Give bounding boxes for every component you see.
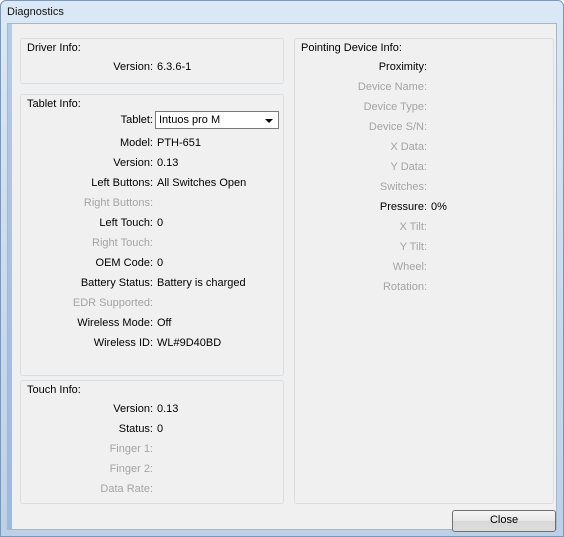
touch-info-label-data-rate: Data Rate: xyxy=(100,483,153,495)
touch-info-value-status: 0 xyxy=(157,423,164,435)
touch-info-label-finger-2: Finger 2: xyxy=(109,463,153,475)
tablet-info-title: Tablet Info: xyxy=(27,98,81,110)
tablet-info-label-model: Model: xyxy=(119,137,153,149)
tablet-select-row: Tablet: Intuos pro M xyxy=(21,111,283,131)
pointing-info-label-rotation: Rotation: xyxy=(382,281,427,293)
tablet-info-label-wireless-mode: Wireless Mode: xyxy=(77,317,153,329)
close-button[interactable]: Close xyxy=(452,510,556,532)
tablet-info-value-model: PTH-651 xyxy=(157,137,202,149)
tablet-info-value-wireless-mode: Off xyxy=(157,317,172,329)
touch-info-title: Touch Info: xyxy=(27,384,81,396)
diagnostics-window: Diagnostics Driver Info: Version: 6.3.6-… xyxy=(0,0,564,537)
tablet-info-label-right-buttons: Right Buttons: xyxy=(83,197,153,209)
pointing-info-label-proximity: Proximity: xyxy=(378,61,427,73)
tablet-info-group: Tablet Info: Tablet: Intuos pro M Model:… xyxy=(20,94,284,376)
touch-info-label-status: Status: xyxy=(118,423,153,435)
tablet-select[interactable]: Intuos pro M xyxy=(155,111,279,129)
pointing-info-label-x-data: X Data: xyxy=(390,141,427,153)
pointing-info-label-device-name: Device Name: xyxy=(357,81,427,93)
pointing-info-label-switches: Switches: xyxy=(379,181,427,193)
tablet-info-label-wireless-id: Wireless ID: xyxy=(93,337,153,349)
tablet-info-value-left-buttons: All Switches Open xyxy=(157,177,247,189)
tablet-info-value-left-touch: 0 xyxy=(157,217,164,229)
pointing-info-label-device-s-n: Device S/N: xyxy=(368,121,427,133)
driver-info-group: Driver Info: Version: 6.3.6-1 xyxy=(20,38,284,84)
tablet-select-label: Tablet: xyxy=(120,114,153,126)
pointing-info-label-y-data: Y Data: xyxy=(390,161,428,173)
tablet-info-value-version: 0.13 xyxy=(157,157,179,169)
tablet-info-label-right-touch: Right Touch: xyxy=(92,237,153,249)
pointing-info-label-device-type: Device Type: xyxy=(363,101,427,113)
window-title: Diagnostics xyxy=(7,6,64,18)
pointing-info-label-wheel: Wheel: xyxy=(392,261,427,273)
pointing-device-info-title: Pointing Device Info: xyxy=(301,42,402,54)
tablet-info-value-battery-status: Battery is charged xyxy=(157,277,246,289)
tablet-info-label-left-buttons: Left Buttons: xyxy=(91,177,153,189)
pointing-info-label-x-tilt: X Tilt: xyxy=(399,221,427,233)
tablet-info-label-edr-supported: EDR Supported: xyxy=(72,297,153,309)
tablet-info-value-oem-code: 0 xyxy=(157,257,164,269)
tablet-select-value: Intuos pro M xyxy=(159,114,221,126)
title-bar: Diagnostics xyxy=(1,1,563,23)
driver-info-title: Driver Info: xyxy=(27,42,81,54)
touch-info-label-finger-1: Finger 1: xyxy=(109,443,153,455)
tablet-info-label-left-touch: Left Touch: xyxy=(99,217,153,229)
touch-info-group: Touch Info: Version: 0.13 Status: 0 Finger 1… xyxy=(20,380,284,504)
pointing-info-label-pressure: Pressure: xyxy=(379,201,427,213)
touch-info-label-version: Version: xyxy=(113,403,153,415)
chevron-down-icon[interactable] xyxy=(265,119,273,123)
dialog-client-area: Driver Info: Version: 6.3.6-1 Tablet Inf… xyxy=(7,23,557,532)
tablet-info-label-battery-status: Battery Status: xyxy=(80,277,153,289)
tablet-info-label-version: Version: xyxy=(113,157,153,169)
close-button-label: Close xyxy=(489,514,519,526)
tablet-info-value-wireless-id: WL#9D40BD xyxy=(157,337,222,349)
pointing-device-info-group: Pointing Device Info: Proximity: Device N… xyxy=(294,38,554,504)
driver-version-label: Version: xyxy=(113,61,153,73)
pointing-info-value-pressure: 0% xyxy=(431,201,447,213)
client-edge xyxy=(8,24,12,529)
driver-version-value: 6.3.6-1 xyxy=(157,61,192,73)
touch-info-value-version: 0.13 xyxy=(157,403,179,415)
pointing-info-label-y-tilt: Y Tilt: xyxy=(399,241,427,253)
tablet-info-label-oem-code: OEM Code: xyxy=(95,257,153,269)
